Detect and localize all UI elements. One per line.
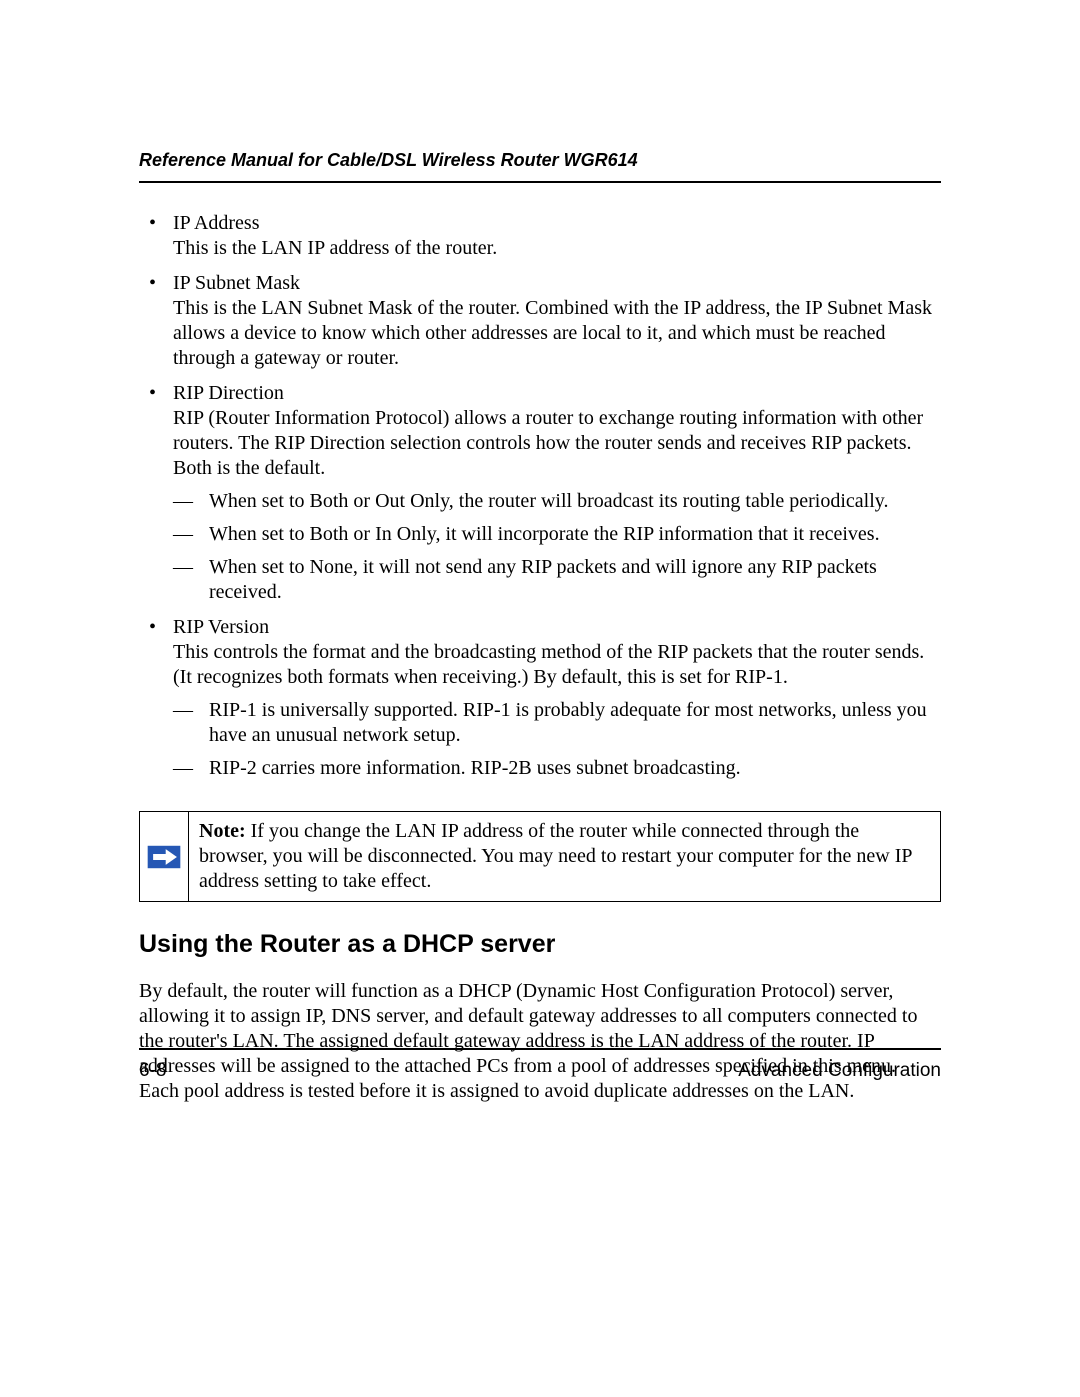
section-body: By default, the router will function as …	[139, 979, 941, 1104]
list-item: IP Address This is the LAN IP address of…	[139, 211, 941, 261]
note-callout: Note: If you change the LAN IP address o…	[139, 811, 941, 902]
item-desc: This controls the format and the broadca…	[173, 641, 924, 688]
list-item: IP Subnet Mask This is the LAN Subnet Ma…	[139, 271, 941, 371]
arrow-icon	[147, 845, 181, 869]
footer-rule	[139, 1048, 941, 1050]
dash-item: When set to Both or In Only, it will inc…	[173, 522, 941, 547]
item-title: RIP Direction	[173, 381, 941, 406]
dash-item: When set to None, it will not send any R…	[173, 555, 941, 605]
list-item: RIP Direction RIP (Router Information Pr…	[139, 381, 941, 605]
item-title: RIP Version	[173, 615, 941, 640]
note-icon-cell	[139, 811, 189, 902]
page-footer: 6-8 Advanced Configuration	[139, 1048, 941, 1082]
dash-list: When set to Both or Out Only, the router…	[173, 489, 941, 605]
item-desc: RIP (Router Information Protocol) allows…	[173, 407, 923, 479]
document-page: Reference Manual for Cable/DSL Wireless …	[0, 0, 1080, 1397]
bullet-list: IP Address This is the LAN IP address of…	[139, 211, 941, 781]
page-number: 6-8	[139, 1060, 166, 1082]
item-title: IP Subnet Mask	[173, 271, 941, 296]
note-label: Note:	[199, 820, 246, 842]
item-desc: This is the LAN IP address of the router…	[173, 237, 497, 259]
dash-item: RIP-1 is universally supported. RIP-1 is…	[173, 698, 941, 748]
running-header: Reference Manual for Cable/DSL Wireless …	[139, 150, 941, 171]
chapter-name: Advanced Configuration	[738, 1060, 941, 1082]
dash-item: When set to Both or Out Only, the router…	[173, 489, 941, 514]
note-text: Note: If you change the LAN IP address o…	[189, 811, 941, 902]
dash-list: RIP-1 is universally supported. RIP-1 is…	[173, 698, 941, 781]
dash-item: RIP-2 carries more information. RIP-2B u…	[173, 756, 941, 781]
item-title: IP Address	[173, 211, 941, 236]
list-item: RIP Version This controls the format and…	[139, 615, 941, 781]
header-rule	[139, 181, 941, 183]
section-heading: Using the Router as a DHCP server	[139, 930, 941, 959]
item-desc: This is the LAN Subnet Mask of the route…	[173, 297, 932, 369]
note-body: If you change the LAN IP address of the …	[199, 820, 912, 892]
